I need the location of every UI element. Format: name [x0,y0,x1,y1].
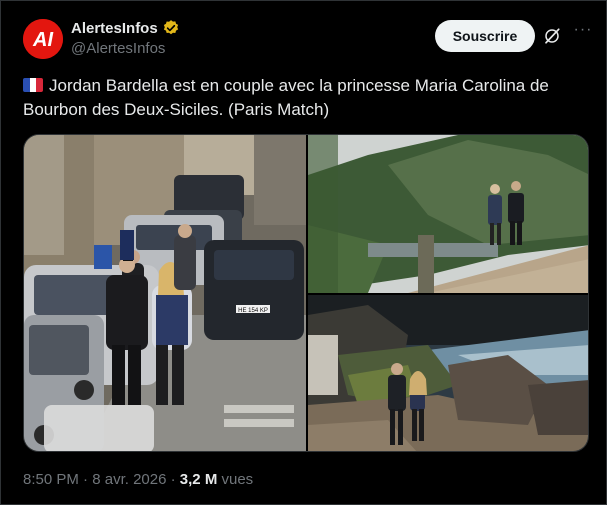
rocky-shore-photo-icon [308,295,588,451]
svg-text:AI: AI [32,29,53,51]
avatar[interactable]: AI [23,19,63,59]
account-names: AlertesInfos @AlertesInfos [71,19,180,57]
tweet-text: Jordan Bardella est en couple avec la pr… [23,76,549,119]
media-photo-coast-walk[interactable] [308,135,588,293]
display-name-text[interactable]: AlertesInfos [71,20,158,37]
tweet-text-block: Jordan Bardella est en couple avec la pr… [23,74,583,122]
display-name[interactable]: AlertesInfos [71,19,180,37]
meta-separator: · [83,471,89,488]
grok-icon[interactable] [543,27,561,45]
alertesinfos-logo-icon: AI [23,19,63,59]
meta-separator: · [170,471,176,488]
street-photo-icon: HE 154 KP [24,135,306,451]
tweet-meta: 8:50 PM · 8 avr. 2026 · 3,2 M vues [23,471,253,488]
tweet-date[interactable]: 8 avr. 2026 [92,471,166,488]
views-count[interactable]: 3,2 M [180,471,218,488]
tweet-header: AI AlertesInfos @AlertesInfos Souscrire … [23,17,591,61]
media-grid: HE 154 KP [23,134,589,452]
tweet-time[interactable]: 8:50 PM [23,471,79,488]
tweet-card: AI AlertesInfos @AlertesInfos Souscrire … [0,0,607,505]
media-photo-street[interactable]: HE 154 KP [24,135,306,451]
svg-text:HE 154 KP: HE 154 KP [238,308,268,314]
media-photo-rocks[interactable] [308,295,588,451]
subscribe-button[interactable]: Souscrire [435,20,535,52]
views-label: vues [221,471,254,488]
more-options-icon[interactable]: ··· [571,22,595,43]
verified-badge-icon [163,20,178,35]
account-handle[interactable]: @AlertesInfos [71,40,180,57]
coast-walk-photo-icon [308,135,588,293]
france-flag-icon [23,78,43,92]
